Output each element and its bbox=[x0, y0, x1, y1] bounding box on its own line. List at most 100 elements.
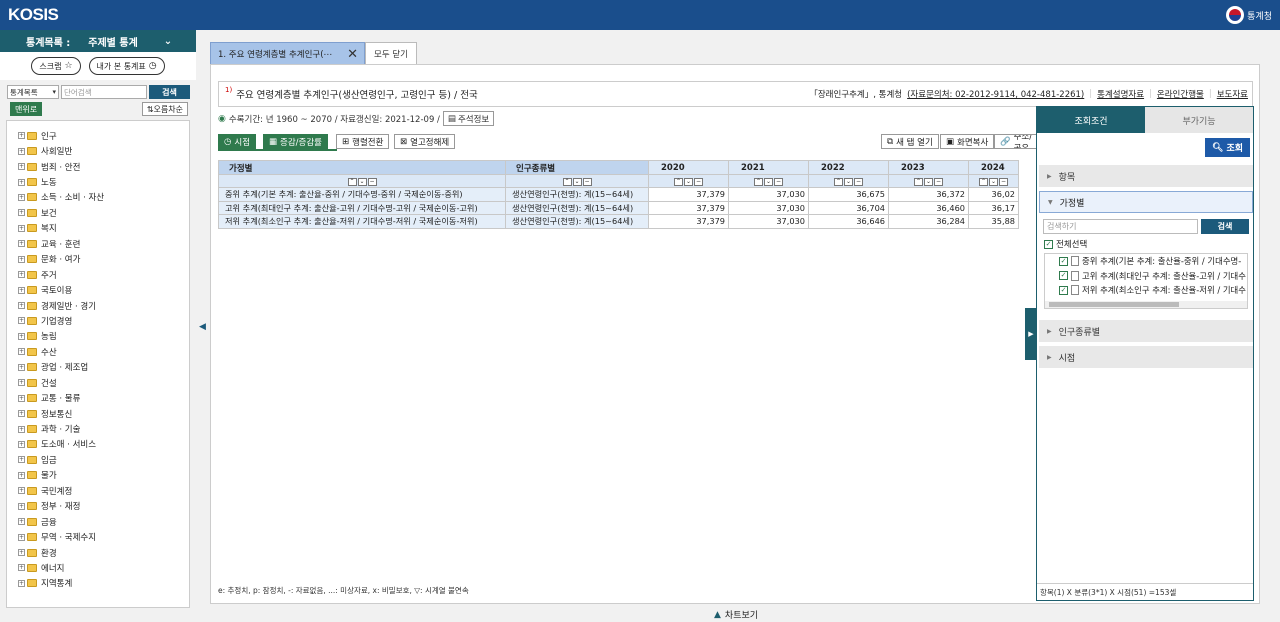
sort-ascending-icon[interactable]: ⌃ bbox=[834, 177, 843, 186]
sort-descending-icon[interactable]: ⌄ bbox=[844, 177, 853, 186]
expand-plus-icon[interactable]: + bbox=[18, 549, 25, 557]
expand-plus-icon[interactable]: + bbox=[18, 410, 25, 418]
checkbox-checked-icon[interactable]: ✓ bbox=[1059, 285, 1068, 295]
tree-item[interactable]: + 건설 bbox=[7, 375, 189, 390]
new-tab-button[interactable]: ⧉ 새 탭 열기 bbox=[881, 134, 939, 149]
tree-item[interactable]: + 무역 · 국제수지 bbox=[7, 529, 189, 544]
expand-plus-icon[interactable]: + bbox=[18, 240, 25, 248]
section-time[interactable]: ▶ 시점 bbox=[1039, 346, 1253, 368]
scenario-option[interactable]: ✓ 고위 추계(최대인구 추계: 출산율-고위 / 기대수 bbox=[1045, 269, 1247, 284]
sort-ascending-icon[interactable]: ⌃ bbox=[914, 177, 923, 186]
column-header-year[interactable]: 2022 bbox=[808, 160, 889, 175]
sort-ascending-icon[interactable]: ⌃ bbox=[347, 177, 357, 186]
table-cell[interactable]: 37,379 bbox=[648, 214, 729, 229]
hide-column-icon[interactable]: − bbox=[854, 177, 863, 186]
tree-item[interactable]: + 기업경영 bbox=[7, 313, 189, 328]
table-cell[interactable]: 37,030 bbox=[728, 187, 809, 202]
pivot-button[interactable]: ⊞ 행렬전환 bbox=[336, 134, 390, 149]
table-cell[interactable]: 35,88 bbox=[968, 214, 1019, 229]
expand-plus-icon[interactable]: + bbox=[18, 147, 25, 155]
column-header-scenario[interactable]: 가정별 bbox=[218, 160, 506, 175]
tree-item[interactable]: + 소득 · 소비 · 자산 bbox=[7, 190, 189, 205]
checkbox-checked-icon[interactable]: ✓ bbox=[1044, 239, 1053, 249]
table-cell[interactable]: 37,030 bbox=[728, 214, 809, 229]
my-stats-button[interactable]: 내가 본 통계표 ◷ bbox=[88, 57, 165, 75]
tree-item[interactable]: + 농림 bbox=[7, 329, 189, 344]
tree-item[interactable]: + 노동 bbox=[7, 174, 189, 189]
expand-plus-icon[interactable]: + bbox=[18, 425, 25, 433]
expand-plus-icon[interactable]: + bbox=[18, 502, 25, 510]
scrap-button[interactable]: 스크랩 ☆ bbox=[31, 57, 81, 75]
sidebar-header[interactable]: 통계목록 : 주제별 통계 ⌄ bbox=[0, 30, 196, 52]
expand-plus-icon[interactable]: + bbox=[18, 209, 25, 217]
select-all-checkbox[interactable]: ✓ 전체선택 bbox=[1044, 238, 1087, 250]
expand-plus-icon[interactable]: + bbox=[18, 394, 25, 402]
tree-item[interactable]: + 경제일반 · 경기 bbox=[7, 298, 189, 313]
tab-query-conditions[interactable]: 조회조건 bbox=[1037, 107, 1145, 133]
tree-item[interactable]: + 인구 bbox=[7, 128, 189, 143]
tree-item[interactable]: + 도소매 · 서비스 bbox=[7, 437, 189, 452]
share-url-button[interactable]: 🔗 주소/공유 bbox=[994, 134, 1040, 149]
table-cell[interactable]: 36,704 bbox=[808, 200, 889, 215]
table-cell[interactable]: 36,02 bbox=[968, 187, 1019, 202]
search-button[interactable]: 검색 bbox=[149, 85, 190, 99]
expand-plus-icon[interactable]: + bbox=[18, 178, 25, 186]
panel-search-input[interactable]: 검색하기 bbox=[1043, 219, 1198, 234]
sort-descending-icon[interactable]: ⌄ bbox=[989, 177, 998, 186]
expand-plus-icon[interactable]: + bbox=[18, 332, 25, 340]
table-cell[interactable]: 36,675 bbox=[808, 187, 889, 202]
agency-logo[interactable]: 통계청 bbox=[1226, 5, 1272, 25]
section-population-type[interactable]: ▶ 인구종류별 bbox=[1039, 320, 1253, 342]
column-header-year[interactable]: 2020 bbox=[648, 160, 729, 175]
time-button[interactable]: ◷ 시점 bbox=[218, 134, 257, 149]
kosis-logo[interactable]: KOSIS bbox=[8, 5, 59, 25]
table-cell[interactable]: 37,030 bbox=[728, 200, 809, 215]
table-cell[interactable]: 36,284 bbox=[888, 214, 969, 229]
expand-plus-icon[interactable]: + bbox=[18, 193, 25, 201]
hide-column-icon[interactable]: − bbox=[367, 177, 377, 186]
column-header-year[interactable]: 2023 bbox=[888, 160, 969, 175]
tree-item[interactable]: + 보건 bbox=[7, 205, 189, 220]
tree-item[interactable]: + 임금 bbox=[7, 452, 189, 467]
stat-description-link[interactable]: 통계설명자료 bbox=[1097, 88, 1144, 100]
sort-button[interactable]: ⇅ 오름차순 bbox=[141, 102, 188, 116]
tree-item[interactable]: + 과학 · 기술 bbox=[7, 421, 189, 436]
expand-plus-icon[interactable]: + bbox=[18, 440, 25, 448]
hide-column-icon[interactable]: − bbox=[694, 177, 703, 186]
sort-descending-icon[interactable]: ⌄ bbox=[357, 177, 367, 186]
expand-plus-icon[interactable]: + bbox=[18, 317, 25, 325]
tree-item[interactable]: + 사회일반 bbox=[7, 143, 189, 158]
query-button[interactable]: 🔍︎ 조회 bbox=[1205, 138, 1250, 157]
tree-item[interactable]: + 금융 bbox=[7, 514, 189, 529]
panel-search-button[interactable]: 검색 bbox=[1201, 219, 1249, 234]
tree-item[interactable]: + 국민계정 bbox=[7, 483, 189, 498]
column-header-type[interactable]: 인구종류별 bbox=[505, 160, 649, 175]
tree-item[interactable]: + 지역통계 bbox=[7, 576, 189, 591]
sort-ascending-icon[interactable]: ⌃ bbox=[562, 177, 572, 186]
expand-plus-icon[interactable]: + bbox=[18, 363, 25, 371]
chart-view-toggle[interactable]: ▲ 차트보기 bbox=[714, 608, 758, 622]
expand-plus-icon[interactable]: + bbox=[18, 255, 25, 263]
column-header-year[interactable]: 2021 bbox=[728, 160, 809, 175]
collapse-sidebar-icon[interactable]: ◀ bbox=[199, 322, 206, 332]
tree-item[interactable]: + 광업 · 제조업 bbox=[7, 360, 189, 375]
column-header-year[interactable]: 2024 bbox=[968, 160, 1019, 175]
title-footnote-mark[interactable]: 1) bbox=[225, 86, 232, 94]
search-scope-select[interactable]: 통계목록 ▾ bbox=[7, 85, 59, 99]
tree-item[interactable]: + 물가 bbox=[7, 468, 189, 483]
expand-plus-icon[interactable]: + bbox=[18, 163, 25, 171]
expand-plus-icon[interactable]: + bbox=[18, 348, 25, 356]
table-cell[interactable]: 36,372 bbox=[888, 187, 969, 202]
contact-link[interactable]: (자료문의처: 02-2012-9114, 042-481-2261) bbox=[907, 88, 1084, 100]
sort-ascending-icon[interactable]: ⌃ bbox=[754, 177, 763, 186]
online-publication-link[interactable]: 온라인간행물 bbox=[1157, 88, 1204, 100]
scenario-option[interactable]: ✓ 중위 추계(기본 추계: 출산율-중위 / 기대수명- bbox=[1045, 254, 1247, 269]
tree-item[interactable]: + 환경 bbox=[7, 545, 189, 560]
go-top-button[interactable]: 맨위로 bbox=[10, 102, 43, 116]
expand-plus-icon[interactable]: + bbox=[18, 564, 25, 572]
horizontal-scrollbar[interactable] bbox=[1045, 301, 1247, 308]
tree-item[interactable]: + 교통 · 물류 bbox=[7, 390, 189, 405]
tree-item[interactable]: + 수산 bbox=[7, 344, 189, 359]
expand-plus-icon[interactable]: + bbox=[18, 286, 25, 294]
hide-column-icon[interactable]: − bbox=[934, 177, 943, 186]
